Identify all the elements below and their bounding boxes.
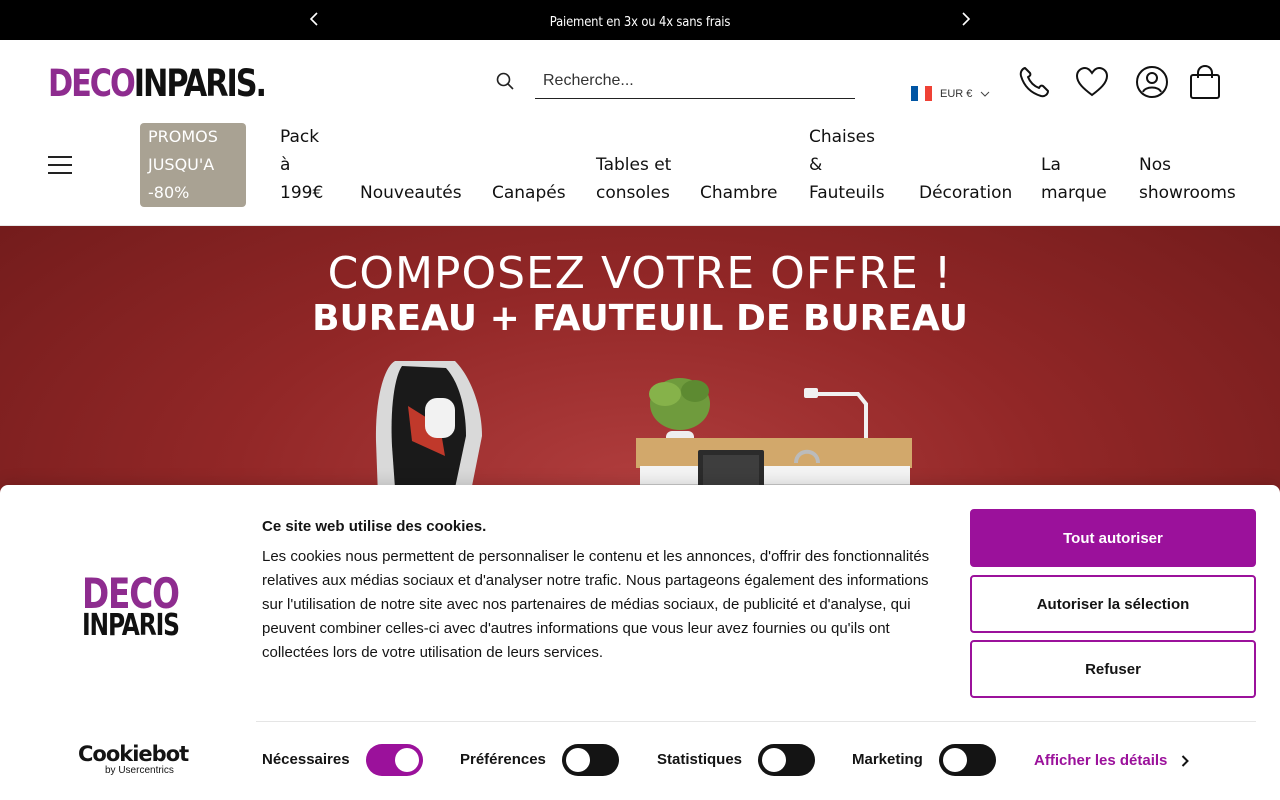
nav-item-tables[interactable]: Tables et consoles bbox=[596, 151, 671, 207]
toggle-knob bbox=[762, 748, 786, 772]
heart-icon[interactable] bbox=[1074, 64, 1110, 100]
cookiebot-name: Cookiebot bbox=[78, 742, 189, 766]
nav-item-promos[interactable]: PROMOS JUSQU'A -80% bbox=[140, 123, 246, 207]
currency-label: EUR € bbox=[940, 87, 973, 100]
nav-chaises-line: & bbox=[809, 155, 823, 175]
nav-item-pack[interactable]: Pack à 199€ bbox=[280, 123, 323, 207]
logo-dot: . bbox=[255, 62, 267, 105]
nav-pack-line: à bbox=[280, 155, 291, 175]
allow-all-button[interactable]: Tout autoriser bbox=[970, 509, 1256, 567]
site-logo[interactable]: DECO INPARIS. bbox=[48, 62, 267, 105]
toggle-knob bbox=[395, 748, 419, 772]
account-icon[interactable] bbox=[1134, 64, 1170, 100]
nav-tables-line: Tables et bbox=[596, 155, 672, 175]
cart-icon[interactable] bbox=[1187, 64, 1223, 100]
allow-selection-button[interactable]: Autoriser la sélection bbox=[970, 575, 1256, 633]
nav-promo-line: PROMOS bbox=[148, 127, 218, 146]
hamburger-icon[interactable] bbox=[48, 156, 72, 174]
toggle-marketing[interactable] bbox=[939, 744, 996, 776]
logo-part2: INPARIS bbox=[133, 62, 258, 105]
nav-showrooms-line: Nos bbox=[1139, 155, 1171, 175]
toggle-necessaires[interactable] bbox=[366, 744, 423, 776]
hero-headline: COMPOSEZ VOTRE OFFRE ! bbox=[327, 248, 953, 299]
nav-marque-line: marque bbox=[1041, 183, 1107, 203]
nav-item-chambre[interactable]: Chambre bbox=[700, 179, 778, 207]
nav-item-showrooms[interactable]: Nos showrooms bbox=[1139, 151, 1236, 207]
toggle-label-marketing: Marketing bbox=[852, 751, 923, 768]
chevron-right-icon bbox=[1182, 754, 1190, 767]
toggle-label-preferences: Préférences bbox=[460, 751, 546, 768]
show-details-link[interactable]: Afficher les détails bbox=[1034, 752, 1190, 769]
cookie-logo-line2: INPARIS bbox=[82, 608, 180, 643]
cookie-brand-logo: DECO INPARIS bbox=[82, 569, 180, 643]
announcement-bar: Paiement en 3x ou 4x sans frais bbox=[0, 0, 1280, 40]
toggle-statistiques[interactable] bbox=[758, 744, 815, 776]
nav-marque-line: La bbox=[1041, 155, 1061, 175]
nav-promo-line: -80% bbox=[148, 183, 190, 202]
cookiebot-logo[interactable]: Cookiebot by Usercentrics bbox=[78, 742, 189, 777]
nav-tables-line: consoles bbox=[596, 183, 670, 203]
search-icon[interactable] bbox=[495, 71, 515, 91]
nav-item-marque[interactable]: La marque bbox=[1041, 151, 1107, 207]
cookiebot-by: by Usercentrics bbox=[105, 765, 174, 776]
phone-icon[interactable] bbox=[1016, 64, 1052, 100]
nav-chaises-line: Chaises bbox=[809, 127, 875, 147]
nav-item-canapes[interactable]: Canapés bbox=[492, 179, 566, 207]
nav-item-chaises[interactable]: Chaises & Fauteuils bbox=[809, 123, 885, 207]
cookie-title: Ce site web utilise des cookies. bbox=[262, 518, 487, 535]
nav-pack-line: 199€ bbox=[280, 183, 324, 203]
announcement-message: Paiement en 3x ou 4x sans frais bbox=[549, 14, 731, 30]
nav-promo-line: JUSQU'A bbox=[148, 155, 215, 174]
hero-subheadline: BUREAU + FAUTEUIL DE BUREAU bbox=[312, 298, 968, 339]
toggle-preferences[interactable] bbox=[562, 744, 619, 776]
cookie-description: Les cookies nous permettent de personnal… bbox=[262, 548, 930, 661]
refuse-button[interactable]: Refuser bbox=[970, 640, 1256, 698]
france-flag-icon bbox=[911, 86, 932, 101]
nav-pack-line: Pack bbox=[280, 127, 320, 147]
chevron-right-icon[interactable] bbox=[956, 9, 976, 29]
cookie-logo-line1: DECO bbox=[82, 569, 180, 618]
nav-showrooms-line: showrooms bbox=[1139, 183, 1236, 203]
site-header: DECOINPARIS. EUR € PROMOS JUSQU'A -80% P… bbox=[0, 40, 1280, 226]
divider bbox=[256, 721, 1256, 722]
logo-part1: DECO bbox=[48, 62, 136, 105]
toggle-label-necessaires: Nécessaires bbox=[262, 751, 350, 768]
chevron-down-icon bbox=[981, 91, 990, 97]
toggle-label-statistiques: Statistiques bbox=[657, 751, 743, 768]
search-input[interactable] bbox=[535, 64, 855, 99]
toggle-knob bbox=[566, 748, 590, 772]
cookie-consent-dialog: DECO INPARIS Ce site web utilise des coo… bbox=[0, 485, 1280, 800]
currency-selector[interactable]: EUR € bbox=[911, 86, 990, 101]
nav-chaises-line: Fauteuils bbox=[809, 183, 885, 203]
nav-item-nouveautes[interactable]: Nouveautés bbox=[360, 179, 462, 207]
nav-item-decoration[interactable]: Décoration bbox=[919, 179, 1012, 207]
show-details-label: Afficher les détails bbox=[1034, 752, 1168, 769]
toggle-knob bbox=[943, 748, 967, 772]
